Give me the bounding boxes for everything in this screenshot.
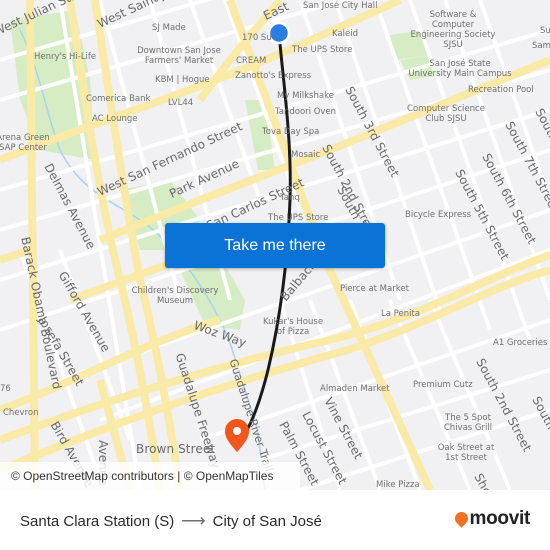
poi-label[interactable]: Sam bbox=[532, 41, 550, 51]
poi-label[interactable]: The 5 Spot Chivas Grill bbox=[443, 413, 493, 433]
poi-label[interactable]: The UPS Store bbox=[268, 213, 328, 223]
moovit-logo[interactable]: moovit bbox=[451, 508, 531, 530]
poi-label[interactable]: 170 Su bbox=[242, 33, 272, 43]
poi-label[interactable]: Comerica Bank bbox=[86, 94, 150, 104]
poi-label[interactable]: Computer Science Club SJSU bbox=[404, 104, 488, 124]
poi-label[interactable]: SJ Made bbox=[152, 23, 186, 33]
poi-label[interactable]: LVL44 bbox=[168, 98, 193, 108]
poi-label[interactable]: Su bbox=[540, 26, 550, 36]
poi-label[interactable]: La Penita bbox=[381, 309, 420, 319]
poi-label[interactable]: Premium Cutz bbox=[413, 380, 473, 390]
poi-label[interactable]: Almaden Market bbox=[320, 384, 390, 394]
take-me-there-button[interactable]: Take me there bbox=[165, 223, 385, 268]
poi-label[interactable]: Arena Green SAP Center bbox=[0, 133, 52, 153]
poi-label[interactable]: San José City Hall bbox=[303, 1, 377, 11]
origin-label: Santa Clara Station (S) bbox=[20, 512, 175, 530]
poi-label[interactable]: CREAM bbox=[236, 56, 266, 66]
poi-label[interactable]: Kaleid bbox=[332, 29, 358, 39]
poi-label[interactable]: Mosaic bbox=[291, 150, 320, 160]
moovit-pin-icon bbox=[451, 508, 471, 528]
poi-label[interactable]: AC Lounge bbox=[92, 114, 138, 124]
poi-label[interactable]: Henry's Hi-Life bbox=[34, 52, 96, 62]
poi-label[interactable]: Kukar's House of Pizza bbox=[258, 317, 328, 337]
destination-label: City of San José bbox=[212, 512, 322, 530]
poi-label[interactable]: Downtown San Jose Farmers' Market bbox=[137, 46, 221, 66]
poi-label[interactable]: KBM | Hogue bbox=[155, 75, 210, 85]
poi-label[interactable]: Oak Street at 1st Street bbox=[436, 443, 496, 463]
street-label: Brown Street bbox=[136, 442, 216, 456]
poi-label[interactable]: Zanotto's Express bbox=[235, 71, 311, 81]
map-attribution[interactable]: © OpenStreetMap contributors | © OpenMap… bbox=[0, 462, 300, 490]
poi-label[interactable]: The UPS Store bbox=[292, 45, 352, 55]
poi-label[interactable]: Tandoori Oven bbox=[275, 107, 336, 117]
poi-label[interactable]: My Milkshake bbox=[277, 91, 334, 101]
origin-stop-marker bbox=[267, 21, 291, 45]
poi-label[interactable]: 76 bbox=[0, 384, 11, 394]
footer-bar: Santa Clara Station (S) ⟶ City of San Jo… bbox=[0, 490, 550, 550]
poi-label[interactable]: Pierce at Market bbox=[340, 284, 409, 294]
poi-label[interactable]: Tanq bbox=[280, 193, 300, 203]
poi-label[interactable]: Chevron bbox=[3, 408, 38, 418]
poi-label[interactable]: Bicycle Express bbox=[405, 210, 471, 220]
poi-label[interactable]: Tova Day Spa bbox=[262, 127, 319, 137]
poi-label[interactable]: Mike Pizza bbox=[376, 480, 420, 490]
route-summary: Santa Clara Station (S) ⟶ City of San Jo… bbox=[20, 511, 322, 531]
poi-label[interactable]: Software & Computer Engineering Society … bbox=[408, 10, 498, 50]
destination-pin-marker bbox=[225, 419, 249, 452]
poi-label[interactable]: A1 Groceries bbox=[493, 338, 547, 348]
poi-label[interactable]: Recreation Pool bbox=[468, 85, 534, 95]
moovit-wordmark: moovit bbox=[469, 508, 531, 529]
poi-label[interactable]: Children's Discovery Museum bbox=[130, 286, 220, 306]
arrow-right-icon: ⟶ bbox=[181, 511, 206, 530]
poi-label[interactable]: San José State University Main Campus bbox=[408, 59, 512, 79]
map[interactable]: West Julian Street West Saint James East… bbox=[0, 0, 550, 490]
